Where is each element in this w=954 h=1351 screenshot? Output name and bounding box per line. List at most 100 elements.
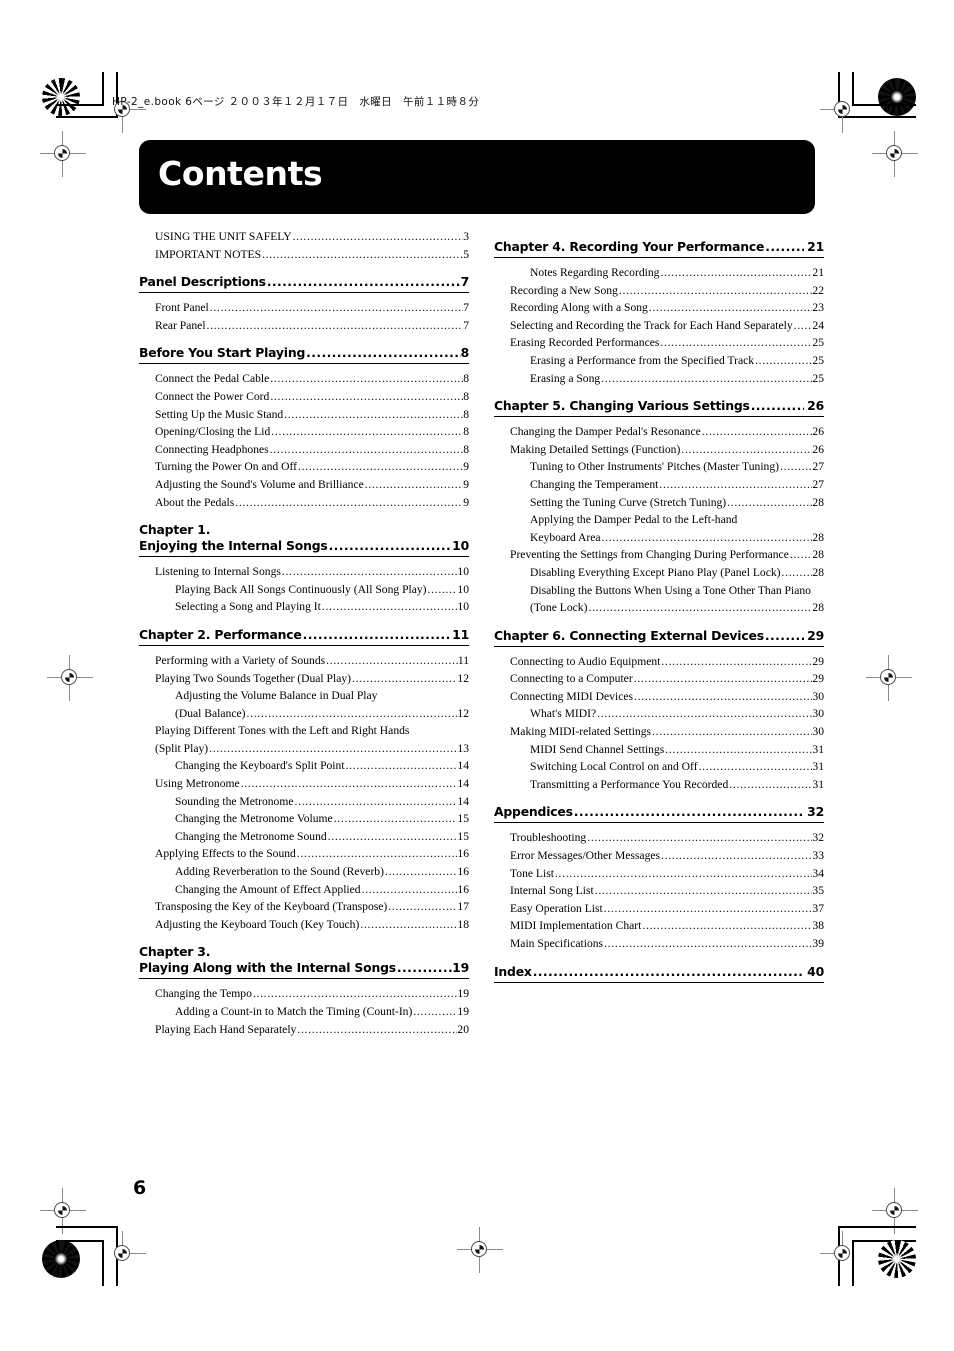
toc-page-number: 21 bbox=[812, 266, 824, 279]
toc-entry-label: Changing the Metronome Sound bbox=[175, 829, 327, 843]
toc-entry[interactable]: Transmitting a Performance You Recorded.… bbox=[494, 776, 824, 794]
toc-entry[interactable]: MIDI Implementation Chart...............… bbox=[494, 917, 824, 935]
toc-entry-label: Erasing Recorded Performances bbox=[510, 336, 660, 350]
toc-entry[interactable]: Switching Local Control on and Off......… bbox=[494, 758, 824, 776]
toc-entry[interactable]: Turning the Power On and Off............… bbox=[139, 458, 469, 476]
registration-crosshair-left-upper bbox=[40, 131, 86, 177]
toc-chapter-heading[interactable]: Before You Start Playing................… bbox=[139, 345, 469, 365]
leader-dots: ........................................… bbox=[298, 460, 464, 474]
toc-entry[interactable]: Main Specifications.....................… bbox=[494, 935, 824, 953]
toc-entry[interactable]: Notes Regarding Recording...............… bbox=[494, 264, 824, 282]
toc-chapter-heading[interactable]: Chapter 5. Changing Various Settings....… bbox=[494, 398, 824, 418]
toc-entry[interactable]: IMPORTANT NOTES.........................… bbox=[139, 246, 469, 264]
leader-dots: ........................................… bbox=[364, 477, 463, 491]
toc-entry-label: USING THE UNIT SAFELY bbox=[155, 230, 292, 243]
leader-dots: ........................................… bbox=[648, 301, 813, 315]
toc-entry[interactable]: Setting the Tuning Curve (Stretch Tuning… bbox=[494, 494, 824, 512]
toc-entry[interactable]: Tuning to Other Instruments' Pitches (Ma… bbox=[494, 458, 824, 476]
toc-entry[interactable]: Recording a New Song....................… bbox=[494, 282, 824, 300]
toc-entry[interactable]: Error Messages/Other Messages...........… bbox=[494, 847, 824, 865]
page-number: 6 bbox=[133, 1177, 147, 1199]
toc-entry[interactable]: Changing the Damper Pedal's Resonance...… bbox=[494, 423, 824, 441]
toc-entry[interactable]: Playing Two Sounds Together (Dual Play).… bbox=[139, 670, 469, 688]
toc-entry[interactable]: Playing Different Tones with the Left an… bbox=[139, 722, 469, 757]
toc-entry[interactable]: Preventing the Settings from Changing Du… bbox=[494, 546, 824, 564]
toc-entry[interactable]: Changing the Temperament................… bbox=[494, 476, 824, 494]
leader-dots: ........................................… bbox=[270, 389, 463, 403]
toc-page-number: 26 bbox=[812, 442, 824, 456]
toc-entry[interactable]: Making Detailed Settings (Function).....… bbox=[494, 441, 824, 459]
toc-entry[interactable]: Connect the Power Cord..................… bbox=[139, 388, 469, 406]
toc-entry[interactable]: About the Pedals........................… bbox=[139, 494, 469, 512]
toc-entry[interactable]: Connecting to a Computer................… bbox=[494, 670, 824, 688]
toc-chapter-heading[interactable]: Chapter 2. Performance..................… bbox=[139, 627, 469, 646]
toc-entry[interactable]: Applying the Damper Pedal to the Left-ha… bbox=[494, 511, 824, 546]
registration-crosshair-right-upper bbox=[872, 131, 918, 177]
toc-entry[interactable]: Selecting and Recording the Track for Ea… bbox=[494, 317, 824, 335]
toc-entry[interactable]: Performing with a Variety of Sounds.....… bbox=[139, 652, 469, 670]
toc-entry-label: Changing the Metronome Volume bbox=[175, 812, 333, 826]
toc-column-left: USING THE UNIT SAFELY...................… bbox=[139, 228, 469, 1038]
toc-entry[interactable]: Adjusting the Sound's Volume and Brillia… bbox=[139, 476, 469, 494]
toc-entry[interactable]: Internal Song List......................… bbox=[494, 882, 824, 900]
toc-entry[interactable]: Connect the Pedal Cable.................… bbox=[139, 370, 469, 388]
toc-entry[interactable]: Disabling the Buttons When Using a Tone … bbox=[494, 582, 824, 617]
toc-entry[interactable]: What's MIDI?............................… bbox=[494, 705, 824, 723]
toc-entry[interactable]: Troubleshooting.........................… bbox=[494, 829, 824, 847]
toc-entry[interactable]: USING THE UNIT SAFELY...................… bbox=[139, 228, 469, 246]
leader-dots: ........................................… bbox=[634, 689, 812, 703]
toc-chapter-heading[interactable]: Chapter 1. Enjoying the Internal Songs...… bbox=[139, 522, 469, 558]
toc-chapter-label: Chapter 6. Connecting External Devices bbox=[494, 627, 764, 643]
leader-dots: ........................................… bbox=[587, 831, 813, 845]
leader-dots: ........................................… bbox=[352, 671, 458, 685]
toc-entry-label-line1: Disabling the Buttons When Using a Tone … bbox=[530, 583, 811, 597]
toc-entry[interactable]: Selecting a Song and Playing It.........… bbox=[139, 598, 469, 616]
toc-chapter-heading[interactable]: Panel Descriptions......................… bbox=[139, 274, 470, 294]
toc-entry[interactable]: Erasing Recorded Performances...........… bbox=[494, 334, 824, 352]
toc-entry[interactable]: MIDI Send Channel Settings..............… bbox=[494, 741, 824, 759]
toc-page-number: 9 bbox=[463, 460, 469, 474]
toc-entry[interactable]: Setting Up the Music Stand..............… bbox=[139, 406, 469, 424]
toc-entry[interactable]: Applying Effects to the Sound...........… bbox=[139, 845, 469, 863]
toc-entry[interactable]: Rear Panel..............................… bbox=[139, 317, 469, 335]
toc-entry-label: Connecting MIDI Devices bbox=[510, 689, 633, 703]
toc-entry[interactable]: Tone List...............................… bbox=[494, 865, 824, 883]
toc-chapter-heading[interactable]: Appendices..............................… bbox=[494, 804, 824, 824]
toc-entry[interactable]: Listening to Internal Songs.............… bbox=[139, 563, 469, 581]
toc-entry[interactable]: Adding Reverberation to the Sound (Rever… bbox=[139, 863, 469, 881]
moire-star-target-bottom-left bbox=[42, 1240, 80, 1278]
toc-entry[interactable]: Changing the Amount of Effect Applied...… bbox=[139, 881, 469, 899]
leader-dots: ........................................… bbox=[698, 760, 813, 774]
toc-entry[interactable]: Disabling Everything Except Piano Play (… bbox=[494, 564, 824, 582]
toc-entry[interactable]: Connecting to Audio Equipment...........… bbox=[494, 653, 824, 671]
toc-entry[interactable]: Connecting Headphones...................… bbox=[139, 441, 469, 459]
toc-chapter-heading[interactable]: Index...................................… bbox=[494, 964, 824, 983]
toc-entry[interactable]: Recording Along with a Song.............… bbox=[494, 299, 824, 317]
toc-entry[interactable]: Easy Operation List.....................… bbox=[494, 900, 824, 918]
toc-entry[interactable]: Using Metronome.........................… bbox=[139, 775, 469, 793]
toc-entry[interactable]: Changing the Keyboard's Split Point.....… bbox=[139, 757, 469, 775]
toc-chapter-heading[interactable]: Chapter 3. Playing Along with the Interna… bbox=[139, 944, 469, 980]
toc-entry[interactable]: Transposing the Key of the Keyboard (Tra… bbox=[139, 898, 469, 916]
toc-entry-label: Connecting to a Computer bbox=[510, 672, 633, 686]
toc-entry[interactable]: Erasing a Song..........................… bbox=[494, 370, 824, 388]
toc-entry[interactable]: Changing the Metronome Sound............… bbox=[139, 828, 469, 846]
toc-entry[interactable]: Erasing a Performance from the Specified… bbox=[494, 352, 824, 370]
toc-entry[interactable]: Front Panel.............................… bbox=[139, 299, 469, 317]
toc-entry[interactable]: Making MIDI-related Settings............… bbox=[494, 723, 824, 741]
toc-page-number: 33 bbox=[812, 849, 824, 863]
toc-entry[interactable]: Adjusting the Keyboard Touch (Key Touch)… bbox=[139, 916, 469, 934]
toc-entry-label: Disabling Everything Except Piano Play (… bbox=[530, 565, 781, 579]
toc-entry[interactable]: Adjusting the Volume Balance in Dual Pla… bbox=[139, 687, 469, 722]
toc-page-number: 7 bbox=[460, 274, 470, 290]
toc-entry[interactable]: Connecting MIDI Devices.................… bbox=[494, 688, 824, 706]
toc-entry[interactable]: Playing Each Hand Separately............… bbox=[139, 1021, 469, 1039]
toc-entry[interactable]: Opening/Closing the Lid.................… bbox=[139, 423, 469, 441]
toc-chapter-heading[interactable]: Chapter 4. Recording Your Performance...… bbox=[494, 239, 824, 258]
toc-entry[interactable]: Changing the Metronome Volume...........… bbox=[139, 810, 469, 828]
toc-chapter-heading[interactable]: Chapter 6. Connecting External Devices..… bbox=[494, 628, 824, 647]
toc-entry[interactable]: Adding a Count-in to Match the Timing (C… bbox=[139, 1003, 469, 1021]
toc-entry[interactable]: Changing the Tempo......................… bbox=[139, 985, 469, 1003]
toc-entry[interactable]: Sounding the Metronome..................… bbox=[139, 793, 469, 811]
toc-entry[interactable]: Playing Back All Songs Continuously (All… bbox=[139, 581, 469, 599]
